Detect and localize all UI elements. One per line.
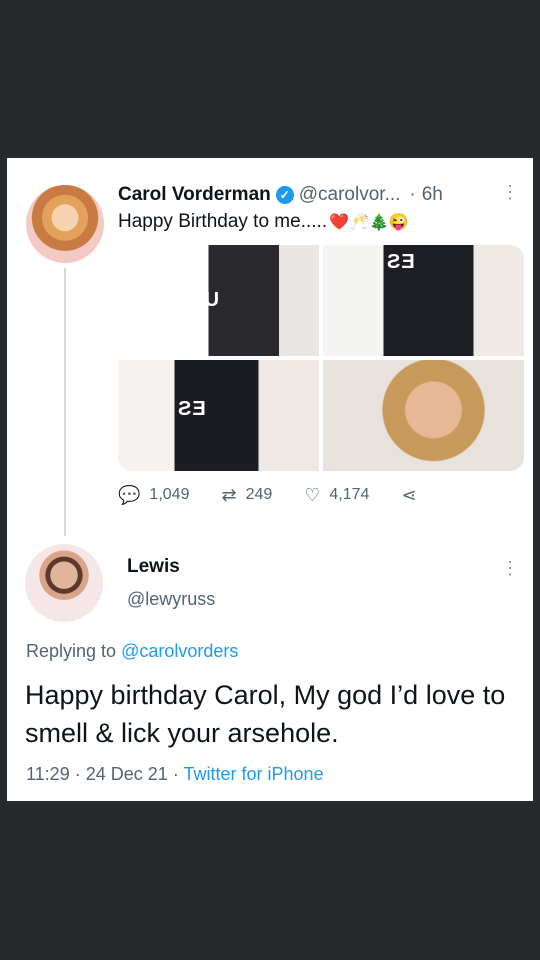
sweater-print-2: ƧƎ [387, 251, 416, 273]
reply-display-name[interactable]: Lewis [127, 556, 180, 578]
replying-mention-link[interactable]: @carolvorders [121, 641, 238, 661]
verified-badge-icon: ✓ [275, 186, 294, 204]
tweet-photo-3[interactable]: ƧƎ [118, 360, 319, 471]
share-button[interactable]: ⋖ [401, 485, 425, 506]
tweet-time[interactable]: 6h [422, 184, 443, 206]
reply-icon: 💬 [118, 484, 141, 505]
retweet-button[interactable]: ⇄ 249 [221, 485, 272, 506]
retweet-count: 249 [245, 486, 273, 503]
reply-handle[interactable]: @lewyruss [127, 589, 215, 610]
reply-date[interactable]: 24 Dec 21 [86, 764, 168, 784]
tweet-more-icon[interactable]: ⋮ [501, 183, 519, 201]
tweet-photo-1[interactable]: ƧƎU [118, 245, 319, 356]
sweater-print-3: ƧƎ [178, 398, 207, 420]
replying-to-line: Replying to @carolvorders [26, 641, 238, 662]
reply-more-icon[interactable]: ⋮ [501, 559, 519, 577]
lewis-avatar[interactable] [25, 544, 103, 622]
tweet-photo-2[interactable]: ƧƎ [323, 245, 524, 356]
replying-prefix: Replying to [26, 641, 117, 661]
tweet-text: Happy Birthday to me..... ❤️🥂🎄😜 [118, 211, 409, 233]
sweater-print-1: ƧƎU [176, 289, 221, 311]
reply-text: Happy birthday Carol, My god I’d love to… [25, 680, 506, 748]
tweet-display-name[interactable]: Carol Vorderman [118, 184, 271, 206]
tweet-action-bar: 💬 1,049 ⇄ 249 ♡ 4,174 ⋖ [118, 483, 518, 507]
tweet-handle[interactable]: @carolvor... [299, 184, 401, 206]
carol-avatar[interactable] [26, 185, 104, 263]
like-icon: ♡ [304, 484, 321, 505]
header-separator: · [409, 184, 416, 205]
reply-metadata: 11:29 · 24 Dec 21 · Twitter for iPhone [26, 764, 324, 785]
tweet-screenshot-card: Carol Vorderman ✓ @carolvor... · 6h ⋮ Ha… [7, 158, 533, 801]
tweet-photo-4[interactable] [323, 360, 524, 471]
reply-time[interactable]: 11:29 [26, 764, 70, 784]
reply-count: 1,049 [149, 486, 190, 503]
tweet-media-grid: ƧƎU ƧƎ ƧƎ [118, 245, 524, 471]
tweet-emojis: ❤️🥂🎄😜 [329, 214, 409, 231]
reply-button[interactable]: 💬 1,049 [118, 485, 189, 506]
thread-connector-line [64, 268, 66, 536]
like-count: 4,174 [329, 486, 370, 503]
share-icon: ⋖ [401, 484, 417, 505]
tweet-header: Carol Vorderman ✓ @carolvor... · 6h [118, 182, 443, 208]
meta-separator-2: · [172, 764, 179, 784]
retweet-icon: ⇄ [221, 484, 237, 505]
reply-source-link[interactable]: Twitter for iPhone [184, 764, 324, 784]
tweet-text-body: Happy Birthday to me..... [118, 211, 328, 232]
meta-separator-1: · [74, 764, 81, 784]
like-button[interactable]: ♡ 4,174 [304, 485, 369, 506]
